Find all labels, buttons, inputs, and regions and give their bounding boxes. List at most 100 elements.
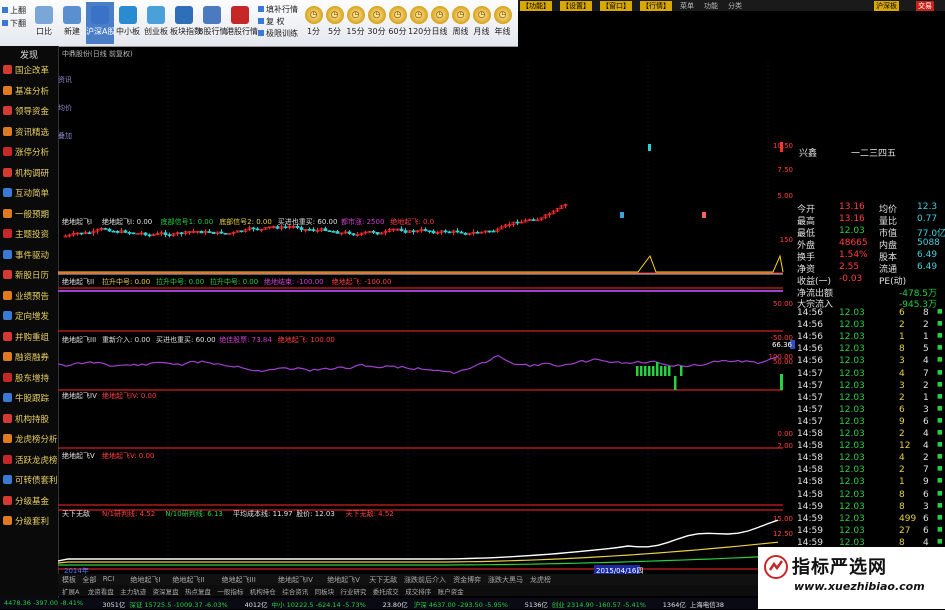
page-down-button[interactable]: 下翻	[2, 17, 26, 30]
sidebar-item[interactable]: 分级基金	[3, 495, 57, 512]
status-item: 沪深 4637.00 -293.50 -5.95%	[413, 601, 508, 609]
function-tab[interactable]: 行业研究	[340, 586, 366, 596]
tick-row: 14:57 12.03 2 1 ■	[795, 393, 945, 405]
indicator-tab[interactable]: 绝地起飞III	[222, 575, 256, 585]
period-button[interactable]: ◷ 5分	[324, 2, 345, 44]
sidebar-item[interactable]: 资讯精选	[3, 126, 57, 143]
function-tab[interactable]: 一般指标	[217, 586, 243, 596]
period-button[interactable]: ◷ 年线	[492, 2, 513, 44]
period-button[interactable]: ◷ 日线	[429, 2, 450, 44]
sidebar-item[interactable]: 互动简单	[3, 187, 57, 204]
sidebar-item[interactable]: 龙虎榜分析	[3, 433, 58, 450]
indicator-tab[interactable]: 龙虎榜	[530, 575, 551, 585]
sidebar-item[interactable]: 业绩预告	[3, 290, 57, 307]
sidebar-item[interactable]: 国企改革	[3, 64, 57, 81]
sidebar-item[interactable]: 分级套利	[3, 515, 57, 532]
panel-legend-item: 天下无敌: 4.52	[346, 509, 394, 518]
indicator-tab[interactable]: 绝地起飞II	[172, 575, 204, 585]
sidebar-item[interactable]: 融资融券	[3, 351, 57, 368]
sidebar-item[interactable]: 牛股跟踪	[3, 392, 57, 409]
tick-n: 2	[923, 320, 929, 331]
menu-item[interactable]: 【设置】	[560, 1, 592, 11]
function-tab[interactable]: 同板块	[315, 586, 335, 596]
sidebar-item[interactable]: 可转债套利	[3, 474, 58, 491]
period-button[interactable]: ◷ 60分	[387, 2, 408, 44]
sidebar-item[interactable]: 新股日历	[3, 269, 57, 286]
trade-button[interactable]: 交易	[916, 1, 934, 11]
status-item: 深证 15725.5 -1009.37 -6.03%	[129, 601, 228, 609]
date-highlight: 2015/04/16四	[596, 567, 643, 574]
function-tab[interactable]: 扩展A	[62, 586, 79, 596]
toolbar-button[interactable]: 新建	[58, 2, 86, 44]
sidebar-item[interactable]: 一般预期	[3, 208, 57, 225]
chart-area[interactable]: 中鼎股份(日线 前复权)资讯均价叠加10.507.505.0015050.00-…	[58, 46, 795, 574]
sidebar-item[interactable]: 基准分析	[3, 85, 57, 102]
menu-item[interactable]: 分类	[728, 1, 742, 11]
toolbar-button[interactable]: B股行情	[198, 2, 228, 44]
quote-value: 5088	[917, 238, 940, 248]
menu-item[interactable]: 【行情】	[640, 1, 672, 11]
indicator-tab[interactable]: 全部	[82, 575, 96, 585]
sidebar-item[interactable]: 机构调研	[3, 167, 57, 184]
toolbar-option[interactable]: 极限训练	[258, 28, 304, 40]
sidebar-item[interactable]: 活跃龙虎榜	[3, 454, 58, 471]
candle-body	[143, 232, 148, 236]
sidebar-item[interactable]: 领导资金	[3, 105, 57, 122]
period-button[interactable]: ◷ 1分	[303, 2, 324, 44]
indicator-tab[interactable]: RCI	[103, 575, 114, 583]
function-tab[interactable]: 综合资讯	[282, 586, 308, 596]
login-button[interactable]: 沪深板	[874, 1, 899, 11]
function-tab[interactable]: 机构持仓	[250, 586, 276, 596]
sidebar-item[interactable]: 定向增发	[3, 310, 57, 327]
toolbar-button[interactable]: 港股行情	[226, 2, 258, 44]
indicator-tab[interactable]: 涨跌大黑马	[488, 575, 523, 585]
candle-body	[255, 228, 260, 231]
candle-body	[427, 230, 432, 233]
menu-item[interactable]: 功能	[704, 1, 718, 11]
period-button[interactable]: ◷ 30分	[366, 2, 387, 44]
function-tab[interactable]: 主力轨迹	[120, 586, 146, 596]
sidebar-item[interactable]: 并购重组	[3, 331, 57, 348]
toolbar-button[interactable]: 创业板	[142, 2, 170, 44]
indicator-tab[interactable]: 资金博弈	[453, 575, 481, 585]
sidebar-item[interactable]: 事件驱动	[3, 249, 57, 266]
toolbar-button[interactable]: 中小板	[114, 2, 142, 44]
period-button[interactable]: ◷ 120分	[408, 2, 431, 44]
indicator-tab[interactable]: 绝地起飞V	[327, 575, 360, 585]
menu-item[interactable]: 【窗口】	[600, 1, 632, 11]
function-tab[interactable]: 账户资金	[438, 586, 464, 596]
indicator-tab[interactable]: 绝地起飞IV	[278, 575, 313, 585]
sidebar-item[interactable]: 涨停分析	[3, 146, 57, 163]
function-tab[interactable]: 资深复盘	[153, 586, 179, 596]
candle-body	[111, 230, 116, 233]
indicator-tab[interactable]: 绝地起飞I	[130, 575, 160, 585]
function-tab[interactable]: 龙资看盘	[88, 586, 114, 596]
function-tab[interactable]: 热点复盘	[185, 586, 211, 596]
tick-direction-icon: ■	[937, 537, 943, 545]
period-button[interactable]: ◷ 15分	[345, 2, 366, 44]
toolbar-button[interactable]: 板块指数	[170, 2, 202, 44]
period-button[interactable]: ◷ 周线	[450, 2, 471, 44]
toolbar-option[interactable]: 复 权	[258, 16, 304, 28]
menu-item[interactable]: 菜单	[680, 1, 694, 11]
indicator-tab[interactable]: 天下无敌	[369, 575, 397, 585]
sidebar-item[interactable]: 机构持股	[3, 413, 57, 430]
indicator-tab[interactable]: 模板	[62, 575, 76, 585]
period-button[interactable]: ◷ 月线	[471, 2, 492, 44]
function-tab[interactable]: 委托成交	[373, 586, 399, 596]
quote-value: 48665	[839, 238, 868, 248]
sidebar-item[interactable]: 股东增持	[3, 372, 57, 389]
indicator-tab[interactable]: 涨跌前后介入	[404, 575, 446, 585]
candle-body	[275, 226, 280, 229]
sidebar-item[interactable]: 主题投资	[3, 228, 57, 245]
menu-item[interactable]: 【功能】	[520, 1, 552, 11]
tick-direction-icon: ■	[937, 501, 943, 509]
toolbar-button[interactable]: 沪深A股	[86, 2, 115, 44]
function-tab[interactable]: 成交排序	[405, 586, 431, 596]
sidebar-item-label: 涨停分析	[15, 148, 50, 158]
page-up-button[interactable]: 上翻	[2, 4, 26, 17]
toolbar-option[interactable]: 填补行情	[258, 4, 304, 16]
panel-legend-item: 拉升中号: 0.00	[102, 277, 150, 286]
candle-body	[327, 230, 332, 232]
toolbar-button[interactable]: 口比	[30, 2, 58, 44]
